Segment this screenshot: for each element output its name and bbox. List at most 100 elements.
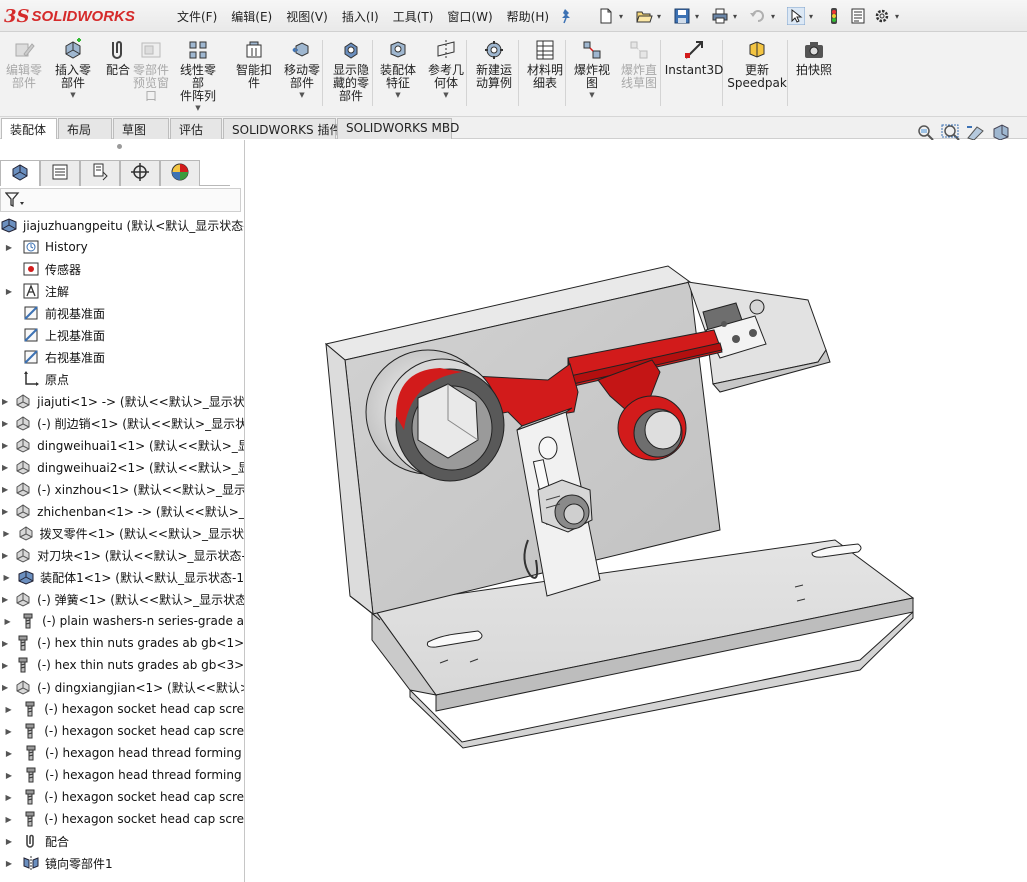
tab-2[interactable]: 草图 [113, 118, 169, 139]
menu-item-1[interactable]: 编辑(E) [224, 8, 279, 25]
tree-item[interactable]: ▶ 配合 [0, 830, 244, 852]
tree-item[interactable]: ▶ (-) dingxiangjian<1> (默认<<默认>_ [0, 676, 244, 698]
chevron-down-icon[interactable]: ▼ [70, 91, 75, 99]
menu-item-4[interactable]: 工具(T) [386, 8, 441, 25]
menu-item-2[interactable]: 视图(V) [279, 8, 335, 25]
bom-button[interactable]: 材料明 细表 [524, 38, 566, 90]
assembly-features-button[interactable]: 装配体 特征 ▼ [377, 38, 419, 99]
tree-item[interactable]: 上视基准面 [0, 324, 244, 346]
expand-arrow-icon[interactable]: ▶ [2, 661, 8, 670]
panel-collapse-handle[interactable] [117, 144, 122, 149]
tree-item[interactable]: ▶ (-) hexagon head thread forming [0, 742, 244, 764]
tree-item[interactable]: ▶ 装配体1<1> (默认<默认_显示状态-1 [0, 566, 244, 588]
expand-arrow-icon[interactable]: ▶ [2, 485, 8, 494]
open-icon[interactable] [633, 5, 655, 27]
menu-item-6[interactable]: 帮助(H) [500, 8, 556, 25]
traffic-light-icon[interactable] [823, 5, 845, 27]
configuration-manager-tab[interactable] [80, 160, 120, 186]
gear-icon[interactable] [871, 5, 893, 27]
move-component-button[interactable]: 移动零 部件 ▼ [281, 38, 323, 99]
section-view-icon[interactable] [990, 123, 1012, 141]
chevron-down-icon[interactable]: ▼ [589, 91, 594, 99]
expand-arrow-icon[interactable]: ▶ [2, 705, 15, 714]
new-document-dropdown-arrow[interactable]: ▾ [619, 12, 627, 21]
tree-item[interactable]: ▶ 镜向零部件1 [0, 852, 244, 874]
menu-item-0[interactable]: 文件(F) [170, 8, 224, 25]
expand-arrow-icon[interactable]: ▶ [2, 771, 16, 780]
pin-icon[interactable] [558, 8, 572, 24]
expand-arrow-icon[interactable]: ▶ [2, 397, 8, 406]
file-properties-icon[interactable] [847, 5, 869, 27]
expand-arrow-icon[interactable]: ▶ [2, 463, 8, 472]
tab-1[interactable]: 布局 [58, 118, 112, 139]
expand-arrow-icon[interactable]: ▶ [2, 815, 15, 824]
menu-item-3[interactable]: 插入(I) [335, 8, 386, 25]
menu-item-5[interactable]: 窗口(W) [440, 8, 499, 25]
tree-item[interactable]: ▶ (-) hexagon socket head cap scre [0, 698, 244, 720]
chevron-down-icon[interactable]: ▼ [395, 91, 400, 99]
expand-arrow-icon[interactable]: ▶ [2, 837, 16, 846]
select-arrow-icon[interactable] [785, 5, 807, 27]
tree-item[interactable]: 原点 [0, 368, 244, 390]
tree-item[interactable]: ▶ (-) 削边销<1> (默认<<默认>_显示状 [0, 412, 244, 434]
smart-fasteners-button[interactable]: 智能扣 件 [233, 38, 275, 90]
component-preview-button[interactable]: 零部件 预览窗 口 [130, 38, 172, 103]
expand-arrow-icon[interactable]: ▶ [2, 243, 16, 252]
expand-arrow-icon[interactable]: ▶ [2, 683, 8, 692]
tab-3[interactable]: 评估 [170, 118, 222, 139]
edit-component-button[interactable]: 编辑零 部件 [3, 38, 45, 90]
zoom-to-area-icon[interactable] [940, 123, 962, 141]
snapshot-button[interactable]: 拍快照 [793, 38, 835, 77]
linear-pattern-button[interactable]: 线性零部 件阵列 ▼ [177, 38, 219, 112]
undo-icon[interactable] [747, 5, 769, 27]
print-icon[interactable] [709, 5, 731, 27]
tree-item[interactable]: ▶ (-) hex thin nuts grades ab gb<1> [0, 632, 244, 654]
speedpak-button[interactable]: 更新 Speedpak [727, 38, 787, 90]
insert-component-button[interactable]: 插入零 部件 ▼ [52, 38, 94, 99]
tree-item[interactable]: ▶ 对刀块<1> (默认<<默认>_显示状态- [0, 544, 244, 566]
print-dropdown-arrow[interactable]: ▾ [733, 12, 741, 21]
gear-dropdown-arrow[interactable]: ▾ [895, 12, 903, 21]
tree-item[interactable]: ▶ dingweihuai1<1> (默认<<默认>_显 [0, 434, 244, 456]
chevron-down-icon[interactable]: ▼ [195, 104, 200, 112]
show-hidden-button[interactable]: 显示隐 藏的零 部件 [330, 38, 372, 103]
exploded-view-button[interactable]: 爆炸视 图 ▼ [571, 38, 613, 99]
graphics-area[interactable] [246, 140, 1027, 882]
tree-item[interactable]: ▶ (-) xinzhou<1> (默认<<默认>_显示 [0, 478, 244, 500]
tree-item[interactable]: ▶ 注解 [0, 280, 244, 302]
expand-arrow-icon[interactable]: ▶ [2, 749, 16, 758]
tree-item[interactable]: ▶ (-) hexagon socket head cap scre [0, 808, 244, 830]
tree-root-item[interactable]: jiajuzhuangpeitu (默认<默认_显示状态- [0, 214, 244, 236]
instant3d-button[interactable]: Instant3D [665, 38, 723, 77]
tree-item[interactable]: ▶ (-) hexagon head thread forming [0, 764, 244, 786]
chevron-down-icon[interactable]: ▼ [299, 91, 304, 99]
tree-filter-bar[interactable] [0, 188, 241, 212]
new-document-icon[interactable] [595, 5, 617, 27]
tree-item[interactable]: ▶ (-) hex thin nuts grades ab gb<3> [0, 654, 244, 676]
expand-arrow-icon[interactable]: ▶ [2, 793, 15, 802]
open-dropdown-arrow[interactable]: ▾ [657, 12, 665, 21]
expand-arrow-icon[interactable]: ▶ [2, 529, 11, 538]
chevron-down-icon[interactable]: ▼ [443, 91, 448, 99]
expand-arrow-icon[interactable]: ▶ [2, 287, 16, 296]
tab-5[interactable]: SOLIDWORKS MBD [337, 118, 459, 139]
tree-item[interactable]: ▶ dingweihuai2<1> (默认<<默认>_显 [0, 456, 244, 478]
select-arrow-dropdown-arrow[interactable]: ▾ [809, 12, 817, 21]
tree-item[interactable]: ▶ (-) hexagon socket head cap scre [0, 720, 244, 742]
feature-manager-tab[interactable] [0, 160, 40, 186]
tree-item[interactable]: 右视基准面 [0, 346, 244, 368]
dimxpert-manager-tab[interactable] [120, 160, 160, 186]
tab-4[interactable]: SOLIDWORKS 插件 [223, 118, 341, 139]
previous-view-icon[interactable] [965, 123, 987, 141]
expand-arrow-icon[interactable]: ▶ [2, 595, 8, 604]
tree-item[interactable]: 传感器 [0, 258, 244, 280]
expand-arrow-icon[interactable]: ▶ [2, 859, 16, 868]
expand-arrow-icon[interactable]: ▶ [2, 727, 15, 736]
display-manager-tab[interactable] [160, 160, 200, 186]
tree-item[interactable]: ▶ History [0, 236, 244, 258]
expand-arrow-icon[interactable]: ▶ [2, 573, 11, 582]
expand-arrow-icon[interactable]: ▶ [2, 551, 8, 560]
save-dropdown-arrow[interactable]: ▾ [695, 12, 703, 21]
tree-item[interactable]: ▶ zhichenban<1> -> (默认<<默认>_ [0, 500, 244, 522]
expand-arrow-icon[interactable]: ▶ [2, 507, 8, 516]
